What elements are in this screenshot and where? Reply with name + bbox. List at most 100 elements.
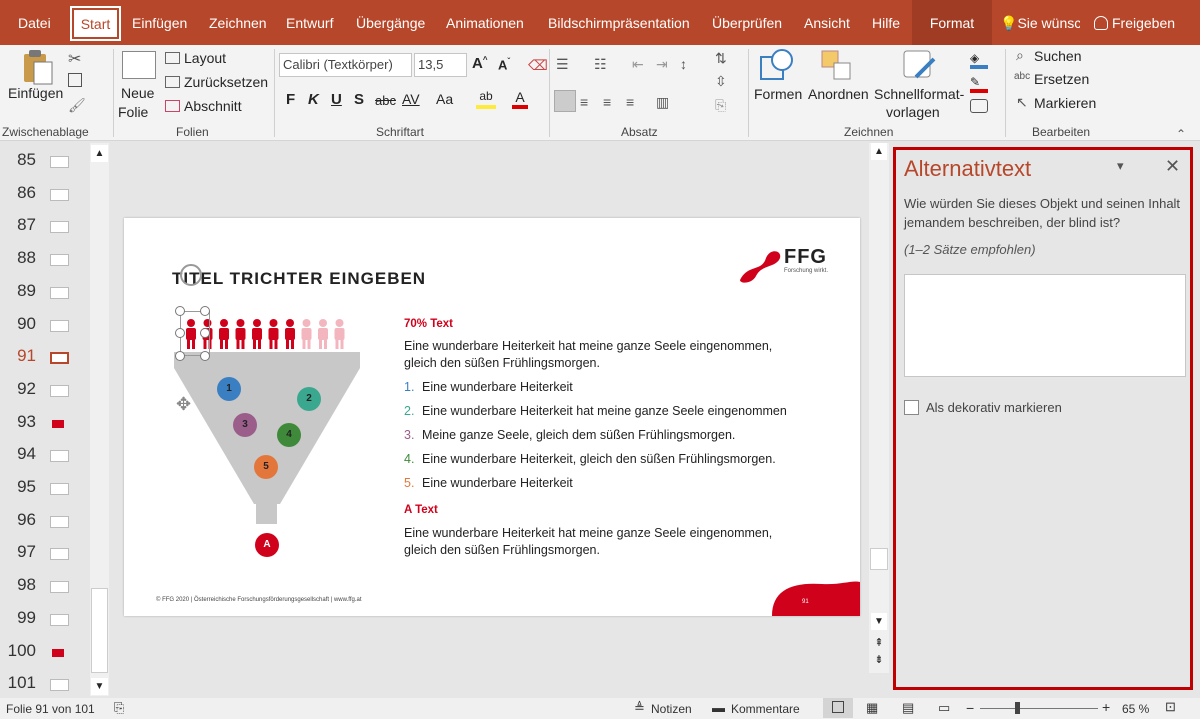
slide-thumbnail[interactable] — [52, 648, 64, 657]
layout-button[interactable]: Layout — [184, 50, 226, 66]
tab-ansicht[interactable]: Ansicht — [804, 0, 850, 45]
bullets-icon[interactable]: ☰ — [556, 56, 569, 73]
list-item[interactable]: Eine wunderbare Heiterkeit — [422, 380, 573, 394]
thumbnail-number[interactable]: 99 — [0, 608, 36, 628]
thumbnail-number[interactable]: 89 — [0, 281, 36, 301]
resize-handle[interactable] — [200, 351, 210, 361]
thumbnail-number[interactable]: 94 — [0, 444, 36, 464]
slide-sorter-icon[interactable]: ▦ — [866, 700, 878, 716]
list-item[interactable]: Meine ganze Seele, gleich dem süßen Früh… — [422, 428, 735, 442]
zoom-slider-thumb[interactable] — [1015, 702, 1020, 714]
copy-icon[interactable] — [68, 73, 82, 87]
italic-button[interactable]: K — [308, 91, 319, 108]
reading-view-icon[interactable]: ▤ — [902, 700, 914, 716]
paragraph-2-line-2[interactable]: gleich den süßen Frühlingsmorgen. — [404, 543, 600, 557]
tab-entwurf[interactable]: Entwurf — [286, 0, 333, 45]
tab-ueberpruefen[interactable]: Überprüfen — [712, 0, 782, 45]
thumbnail-number[interactable]: 93 — [0, 412, 36, 432]
notes-button[interactable]: Notizen — [651, 702, 692, 716]
slide-thumbnail[interactable] — [50, 581, 69, 594]
editor-scroll-thumb[interactable] — [870, 548, 888, 570]
heading-a-text[interactable]: A Text — [404, 504, 438, 516]
highlight-icon[interactable]: ab — [476, 89, 496, 109]
shapes-icon[interactable] — [760, 49, 794, 81]
cut-icon[interactable]: ✂ — [68, 49, 81, 69]
paste-icon[interactable] — [22, 50, 54, 86]
line-spacing-icon[interactable]: ↕ — [680, 56, 687, 72]
thumbnail-number[interactable]: 97 — [0, 542, 36, 562]
scroll-up-icon[interactable]: ▲ — [871, 143, 887, 160]
tab-uebergaenge[interactable]: Übergänge — [356, 0, 425, 45]
change-case-icon[interactable]: Aa — [436, 91, 453, 107]
slide-thumbnail[interactable] — [52, 419, 64, 428]
slide-thumbnail[interactable] — [50, 679, 69, 692]
slide-thumbnail[interactable] — [50, 515, 69, 528]
resize-handle[interactable] — [200, 328, 210, 338]
numbering-icon[interactable]: ☷ — [594, 56, 607, 73]
new-slide-label-2[interactable]: Folie — [118, 104, 148, 120]
tab-bildschirmpraesentation[interactable]: Bildschirmpräsentation — [548, 0, 690, 45]
thumbnail-number[interactable]: 98 — [0, 575, 36, 595]
font-color-icon[interactable]: A — [512, 89, 528, 109]
tab-start[interactable]: Start — [70, 6, 121, 41]
close-icon[interactable]: ✕ — [1165, 156, 1180, 177]
tab-datei[interactable]: Datei — [18, 0, 51, 45]
tab-zeichnen[interactable]: Zeichnen — [209, 0, 267, 45]
find-button[interactable]: Suchen — [1034, 48, 1081, 64]
strikethrough-button[interactable]: abc — [375, 93, 396, 108]
align-right-icon[interactable]: ≡ — [603, 94, 611, 110]
slide-canvas[interactable]: TITEL TRICHTER EINGEBEN FFG Forschung wi… — [124, 218, 860, 616]
reset-button[interactable]: Zurücksetzen — [184, 74, 268, 90]
slide-thumbnail[interactable] — [50, 156, 69, 168]
shapes-button[interactable]: Formen — [754, 86, 802, 102]
slide-thumbnail[interactable] — [50, 352, 69, 365]
increase-indent-icon[interactable]: ⇥ — [656, 56, 668, 73]
slide-title[interactable]: TITEL TRICHTER EINGEBEN — [172, 269, 426, 289]
slide-thumbnail[interactable] — [50, 384, 69, 397]
zoom-slider[interactable] — [980, 708, 1098, 709]
thumbnail-number[interactable]: 92 — [0, 379, 36, 399]
thumbnail-number[interactable]: 88 — [0, 248, 36, 268]
select-button[interactable]: Markieren — [1034, 95, 1096, 111]
columns-icon[interactable]: ▥ — [656, 94, 669, 111]
list-item[interactable]: Eine wunderbare Heiterkeit hat meine gan… — [422, 404, 787, 418]
tab-einfuegen[interactable]: Einfügen — [132, 0, 187, 45]
rotate-handle-icon[interactable] — [180, 264, 202, 286]
slide-thumbnail[interactable] — [50, 286, 69, 299]
align-center-icon[interactable]: ≡ — [580, 94, 588, 110]
paragraph-1-line-2[interactable]: gleich den süßen Frühlingsmorgen. — [404, 356, 600, 370]
slide-thumbnail[interactable] — [50, 548, 69, 561]
font-size-select[interactable]: 13,5 — [414, 53, 467, 77]
tab-hilfe[interactable]: Hilfe — [872, 0, 900, 45]
scroll-down-icon[interactable]: ▼ — [871, 613, 887, 630]
thumbnail-scrollbar[interactable]: ▲ ▼ — [90, 143, 109, 696]
list-item[interactable]: Eine wunderbare Heiterkeit — [422, 476, 573, 490]
next-slide-icon[interactable]: ⇟ — [871, 653, 887, 667]
clear-format-icon[interactable]: ⌫ — [528, 57, 548, 74]
slide-thumbnail[interactable] — [50, 221, 69, 234]
resize-handle[interactable] — [175, 351, 185, 361]
slide-thumbnail[interactable] — [50, 450, 69, 463]
font-name-select[interactable]: Calibri (Textkörper) — [279, 53, 412, 77]
scroll-up-icon[interactable]: ▲ — [91, 145, 108, 162]
heading-70-text[interactable]: 70% Text — [404, 318, 453, 330]
thumbnail-number[interactable]: 85 — [0, 150, 36, 170]
bold-button[interactable]: F — [286, 91, 295, 108]
shape-fill-icon[interactable]: ◈ — [970, 51, 988, 69]
collapse-ribbon-icon[interactable]: ⌃ — [1176, 127, 1186, 141]
zoom-in-icon[interactable]: + — [1102, 699, 1110, 715]
fit-to-window-icon[interactable]: ⊡ — [1165, 699, 1176, 715]
align-left-button[interactable] — [554, 90, 576, 112]
thumbnail-number[interactable]: 91 — [0, 346, 36, 366]
share-button[interactable]: Freigeben — [1094, 0, 1175, 45]
quick-styles-label-1[interactable]: Schnellformat- — [874, 86, 964, 102]
scroll-down-icon[interactable]: ▼ — [91, 678, 108, 695]
align-text-icon[interactable]: ⇳ — [715, 73, 727, 90]
thumbnail-number[interactable]: 87 — [0, 215, 36, 235]
smartart-icon[interactable]: ⎘ — [715, 97, 726, 114]
char-spacing-icon[interactable]: AV — [402, 91, 420, 107]
quick-styles-label-2[interactable]: vorlagen — [886, 104, 940, 120]
thumbnail-number[interactable]: 86 — [0, 183, 36, 203]
quick-styles-icon[interactable] — [902, 49, 938, 83]
shape-outline-icon[interactable]: ✎ — [970, 75, 988, 93]
